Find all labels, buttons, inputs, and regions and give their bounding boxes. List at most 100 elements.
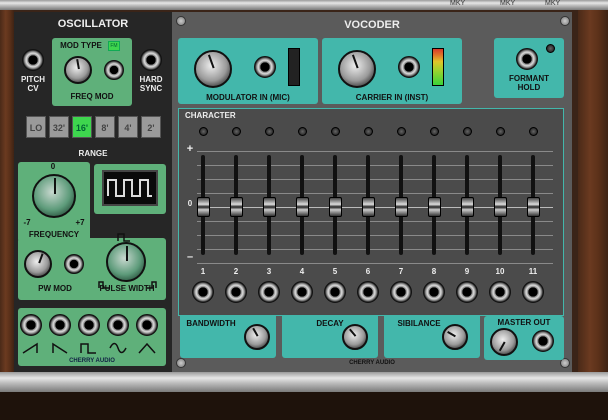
band-slider-4[interactable] [296, 197, 309, 217]
band-slider-6[interactable] [362, 197, 375, 217]
band-number-5: 5 [332, 267, 338, 276]
band-slider-8[interactable] [428, 197, 441, 217]
pw-mod-knob[interactable] [24, 250, 52, 278]
band-number-7: 7 [398, 267, 404, 276]
pulse-wave-icon [80, 343, 96, 354]
screw-icon [176, 358, 186, 368]
bandwidth-section: BANDWIDTH [180, 316, 276, 358]
hard-sync-jack[interactable] [140, 49, 162, 71]
range-2[interactable]: 2' [141, 116, 161, 138]
pulse-width-label: PULSE WIDTH [99, 284, 155, 293]
band-slider-2[interactable] [230, 197, 243, 217]
frequency-knob[interactable] [32, 174, 76, 218]
band-led-5 [331, 127, 340, 136]
vocoder-brand: CHERRY AUDIO [349, 360, 395, 366]
top-rail: MKY MKY MKY [0, 0, 608, 10]
formant-hold-jack[interactable] [516, 48, 538, 70]
band-jack-2[interactable] [225, 281, 247, 303]
freq-mod-knob[interactable] [64, 56, 92, 84]
band-slider-1[interactable] [197, 197, 210, 217]
zero-label: 0 [187, 199, 193, 208]
range-selector: LO 32' 16' 8' 4' 2' [24, 116, 162, 142]
range-32[interactable]: 32' [49, 116, 69, 138]
pw-mod-jack[interactable] [64, 254, 84, 274]
band-number-2: 2 [233, 267, 239, 276]
oscillator-brand: CHERRY AUDIO [69, 358, 115, 364]
carrier-meter [432, 48, 444, 86]
band-number-8: 8 [431, 267, 437, 276]
pw-mod-label: PW MOD [38, 284, 72, 293]
character-label: CHARACTER [185, 111, 236, 120]
band-jack-9[interactable] [456, 281, 478, 303]
band-number-3: 3 [266, 267, 272, 276]
band-slider-10[interactable] [494, 197, 507, 217]
output-jack-1[interactable] [20, 314, 42, 336]
band-led-9 [463, 127, 472, 136]
band-slider-11[interactable] [527, 197, 540, 217]
band-jack-3[interactable] [258, 281, 280, 303]
output-jack-5[interactable] [136, 314, 158, 336]
range-8[interactable]: 8' [95, 116, 115, 138]
formant-hold-led [546, 44, 555, 53]
band-jack-11[interactable] [522, 281, 544, 303]
freq-mod-jack[interactable] [104, 60, 124, 80]
decay-section: DECAY [282, 316, 378, 358]
sine-wave-icon [109, 342, 127, 354]
sibilance-knob[interactable] [442, 324, 468, 350]
band-jack-1[interactable] [192, 281, 214, 303]
mod-type-button[interactable]: FM [108, 41, 120, 51]
bandwidth-label: BANDWIDTH [186, 319, 236, 328]
range-16[interactable]: 16' [72, 116, 92, 138]
sibilance-section: SIBILANCE [384, 316, 480, 358]
band-led-2 [232, 127, 241, 136]
band-slider-5[interactable] [329, 197, 342, 217]
bottom-dark-area [0, 392, 608, 420]
band-slider-3[interactable] [263, 197, 276, 217]
saw-up-icon [22, 342, 38, 354]
carrier-level-knob[interactable] [338, 50, 376, 88]
modulator-level-knob[interactable] [194, 50, 232, 88]
band-jack-4[interactable] [291, 281, 313, 303]
modulator-in-label: MODULATOR IN (MIC) [206, 93, 290, 102]
band-jack-8[interactable] [423, 281, 445, 303]
pulse-width-knob[interactable] [106, 242, 146, 282]
band-led-6 [364, 127, 373, 136]
carrier-in-jack[interactable] [398, 56, 420, 78]
wood-side-left [0, 0, 14, 420]
frequency-min-label: -7 [23, 218, 31, 227]
bandwidth-knob[interactable] [244, 324, 270, 350]
pulse-narrow-icon [117, 233, 130, 242]
band-jack-10[interactable] [489, 281, 511, 303]
top-bar-label: MKY [545, 0, 561, 7]
formant-hold-section: FORMANT HOLD [494, 38, 564, 98]
band-slider-9[interactable] [461, 197, 474, 217]
output-jack-4[interactable] [107, 314, 129, 336]
master-out-jack[interactable] [532, 330, 554, 352]
modulator-meter [288, 48, 300, 86]
frequency-max-label: +7 [75, 218, 85, 227]
band-number-1: 1 [200, 267, 206, 276]
master-out-knob[interactable] [490, 328, 518, 356]
pitch-cv-jack[interactable] [22, 49, 44, 71]
output-jack-2[interactable] [49, 314, 71, 336]
saw-down-icon [52, 342, 68, 354]
band-jack-6[interactable] [357, 281, 379, 303]
formant-hold-label: FORMANT HOLD [509, 74, 549, 92]
band-led-1 [199, 127, 208, 136]
hard-sync-label: HARD SYNC [139, 75, 163, 93]
freq-mod-section: MOD TYPE FM FREQ MOD [52, 38, 132, 106]
band-slider-7[interactable] [395, 197, 408, 217]
oscillator-title: OSCILLATOR [57, 18, 129, 30]
freq-mod-label: FREQ MOD [70, 92, 114, 101]
minus-label: – [186, 251, 194, 263]
band-jack-7[interactable] [390, 281, 412, 303]
decay-knob[interactable] [342, 324, 368, 350]
band-number-10: 10 [495, 267, 505, 276]
vocoder-title: VOCODER [344, 19, 400, 31]
range-lo[interactable]: LO [26, 116, 46, 138]
range-4[interactable]: 4' [118, 116, 138, 138]
modulator-in-jack[interactable] [254, 56, 276, 78]
master-out-section: MASTER OUT [484, 316, 564, 360]
band-jack-5[interactable] [324, 281, 346, 303]
output-jack-3[interactable] [78, 314, 100, 336]
